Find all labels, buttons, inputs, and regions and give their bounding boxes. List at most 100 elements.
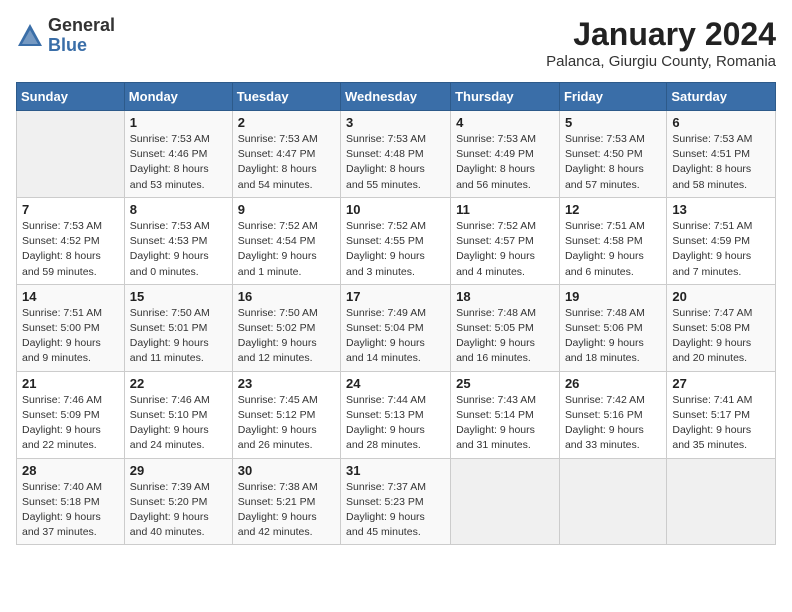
day-info: Sunrise: 7:40 AM Sunset: 5:18 PM Dayligh…	[22, 480, 119, 541]
day-cell: 25 Sunrise: 7:43 AM Sunset: 5:14 PM Dayli…	[451, 371, 560, 458]
day-cell: 17 Sunrise: 7:49 AM Sunset: 5:04 PM Dayli…	[341, 284, 451, 371]
calendar-subtitle: Palanca, Giurgiu County, Romania	[546, 53, 776, 70]
day-info: Sunrise: 7:53 AM Sunset: 4:49 PM Dayligh…	[456, 132, 554, 193]
day-cell: 23Sunrise: 7:45 AM Sunset: 5:12 PM Dayli…	[232, 371, 340, 458]
day-number: 12	[565, 202, 661, 217]
day-number: 17	[346, 289, 445, 304]
day-info: Sunrise: 7:52 AM Sunset: 4:54 PM Dayligh…	[238, 219, 335, 280]
day-cell: 11 Sunrise: 7:52 AM Sunset: 4:57 PM Dayli…	[451, 197, 560, 284]
day-cell	[667, 458, 776, 545]
day-number: 25	[456, 376, 554, 391]
day-info: Sunrise: 7:51 AM Sunset: 4:59 PM Dayligh…	[672, 219, 770, 280]
header-cell-saturday: Saturday	[667, 83, 776, 111]
day-cell: 28 Sunrise: 7:40 AM Sunset: 5:18 PM Dayli…	[17, 458, 125, 545]
day-cell: 3 Sunrise: 7:53 AM Sunset: 4:48 PM Daylig…	[341, 111, 451, 198]
header-cell-monday: Monday	[124, 83, 232, 111]
day-info: Sunrise: 7:50 AM Sunset: 5:02 PM Dayligh…	[238, 306, 335, 367]
day-cell: 2 Sunrise: 7:53 AM Sunset: 4:47 PM Daylig…	[232, 111, 340, 198]
day-number: 9	[238, 202, 335, 217]
calendar-title: January 2024	[546, 16, 776, 53]
day-cell: 30Sunrise: 7:38 AM Sunset: 5:21 PM Dayli…	[232, 458, 340, 545]
day-number: 8	[130, 202, 227, 217]
day-cell: 27 Sunrise: 7:41 AM Sunset: 5:17 PM Dayli…	[667, 371, 776, 458]
day-info: Sunrise: 7:53 AM Sunset: 4:52 PM Dayligh…	[22, 219, 119, 280]
day-number: 15	[130, 289, 227, 304]
day-cell: 20 Sunrise: 7:47 AM Sunset: 5:08 PM Dayli…	[667, 284, 776, 371]
day-cell: 31 Sunrise: 7:37 AM Sunset: 5:23 PM Dayli…	[341, 458, 451, 545]
week-row-4: 28 Sunrise: 7:40 AM Sunset: 5:18 PM Dayli…	[17, 458, 776, 545]
day-info: Sunrise: 7:52 AM Sunset: 4:55 PM Dayligh…	[346, 219, 445, 280]
day-info: Sunrise: 7:46 AM Sunset: 5:09 PM Dayligh…	[22, 393, 119, 454]
day-number: 20	[672, 289, 770, 304]
day-number: 2	[238, 115, 335, 130]
day-info: Sunrise: 7:53 AM Sunset: 4:46 PM Dayligh…	[130, 132, 227, 193]
header-cell-tuesday: Tuesday	[232, 83, 340, 111]
day-cell: 24 Sunrise: 7:44 AM Sunset: 5:13 PM Dayli…	[341, 371, 451, 458]
title-block: January 2024 Palanca, Giurgiu County, Ro…	[546, 16, 776, 70]
day-info: Sunrise: 7:39 AM Sunset: 5:20 PM Dayligh…	[130, 480, 227, 541]
day-cell	[559, 458, 666, 545]
day-cell	[17, 111, 125, 198]
day-number: 14	[22, 289, 119, 304]
logo-general: General	[48, 16, 115, 36]
calendar-table: SundayMondayTuesdayWednesdayThursdayFrid…	[16, 82, 776, 545]
header-row: SundayMondayTuesdayWednesdayThursdayFrid…	[17, 83, 776, 111]
day-number: 5	[565, 115, 661, 130]
day-info: Sunrise: 7:53 AM Sunset: 4:51 PM Dayligh…	[672, 132, 770, 193]
day-number: 16	[238, 289, 335, 304]
day-info: Sunrise: 7:51 AM Sunset: 5:00 PM Dayligh…	[22, 306, 119, 367]
day-info: Sunrise: 7:52 AM Sunset: 4:57 PM Dayligh…	[456, 219, 554, 280]
day-info: Sunrise: 7:48 AM Sunset: 5:05 PM Dayligh…	[456, 306, 554, 367]
day-info: Sunrise: 7:43 AM Sunset: 5:14 PM Dayligh…	[456, 393, 554, 454]
day-info: Sunrise: 7:49 AM Sunset: 5:04 PM Dayligh…	[346, 306, 445, 367]
day-number: 21	[22, 376, 119, 391]
day-cell: 21 Sunrise: 7:46 AM Sunset: 5:09 PM Dayli…	[17, 371, 125, 458]
day-cell: 7 Sunrise: 7:53 AM Sunset: 4:52 PM Daylig…	[17, 197, 125, 284]
day-info: Sunrise: 7:41 AM Sunset: 5:17 PM Dayligh…	[672, 393, 770, 454]
day-number: 10	[346, 202, 445, 217]
day-cell: 12 Sunrise: 7:51 AM Sunset: 4:58 PM Dayli…	[559, 197, 666, 284]
day-cell: 1 Sunrise: 7:53 AM Sunset: 4:46 PM Daylig…	[124, 111, 232, 198]
day-info: Sunrise: 7:53 AM Sunset: 4:53 PM Dayligh…	[130, 219, 227, 280]
day-number: 24	[346, 376, 445, 391]
logo-text: General Blue	[48, 16, 115, 56]
day-number: 18	[456, 289, 554, 304]
day-number: 19	[565, 289, 661, 304]
day-info: Sunrise: 7:53 AM Sunset: 4:50 PM Dayligh…	[565, 132, 661, 193]
day-info: Sunrise: 7:42 AM Sunset: 5:16 PM Dayligh…	[565, 393, 661, 454]
day-cell: 29 Sunrise: 7:39 AM Sunset: 5:20 PM Dayli…	[124, 458, 232, 545]
day-number: 27	[672, 376, 770, 391]
logo: General Blue	[16, 16, 115, 56]
day-number: 7	[22, 202, 119, 217]
day-info: Sunrise: 7:53 AM Sunset: 4:48 PM Dayligh…	[346, 132, 445, 193]
day-info: Sunrise: 7:53 AM Sunset: 4:47 PM Dayligh…	[238, 132, 335, 193]
header-cell-sunday: Sunday	[17, 83, 125, 111]
day-number: 29	[130, 463, 227, 478]
day-cell: 14 Sunrise: 7:51 AM Sunset: 5:00 PM Dayli…	[17, 284, 125, 371]
day-info: Sunrise: 7:51 AM Sunset: 4:58 PM Dayligh…	[565, 219, 661, 280]
week-row-0: 1 Sunrise: 7:53 AM Sunset: 4:46 PM Daylig…	[17, 111, 776, 198]
day-info: Sunrise: 7:47 AM Sunset: 5:08 PM Dayligh…	[672, 306, 770, 367]
header-cell-friday: Friday	[559, 83, 666, 111]
day-number: 1	[130, 115, 227, 130]
day-number: 11	[456, 202, 554, 217]
day-cell: 22Sunrise: 7:46 AM Sunset: 5:10 PM Dayli…	[124, 371, 232, 458]
day-info: Sunrise: 7:50 AM Sunset: 5:01 PM Dayligh…	[130, 306, 227, 367]
day-cell: 6Sunrise: 7:53 AM Sunset: 4:51 PM Daylig…	[667, 111, 776, 198]
day-cell: 10 Sunrise: 7:52 AM Sunset: 4:55 PM Dayli…	[341, 197, 451, 284]
page-header: General Blue January 2024 Palanca, Giurg…	[16, 16, 776, 70]
week-row-2: 14 Sunrise: 7:51 AM Sunset: 5:00 PM Dayli…	[17, 284, 776, 371]
day-cell: 4Sunrise: 7:53 AM Sunset: 4:49 PM Daylig…	[451, 111, 560, 198]
day-info: Sunrise: 7:37 AM Sunset: 5:23 PM Dayligh…	[346, 480, 445, 541]
day-number: 26	[565, 376, 661, 391]
day-info: Sunrise: 7:48 AM Sunset: 5:06 PM Dayligh…	[565, 306, 661, 367]
day-info: Sunrise: 7:44 AM Sunset: 5:13 PM Dayligh…	[346, 393, 445, 454]
calendar-body: 1 Sunrise: 7:53 AM Sunset: 4:46 PM Daylig…	[17, 111, 776, 545]
day-number: 28	[22, 463, 119, 478]
logo-blue: Blue	[48, 36, 115, 56]
day-cell: 5 Sunrise: 7:53 AM Sunset: 4:50 PM Daylig…	[559, 111, 666, 198]
day-number: 22	[130, 376, 227, 391]
day-cell: 9 Sunrise: 7:52 AM Sunset: 4:54 PM Daylig…	[232, 197, 340, 284]
day-number: 31	[346, 463, 445, 478]
day-number: 3	[346, 115, 445, 130]
